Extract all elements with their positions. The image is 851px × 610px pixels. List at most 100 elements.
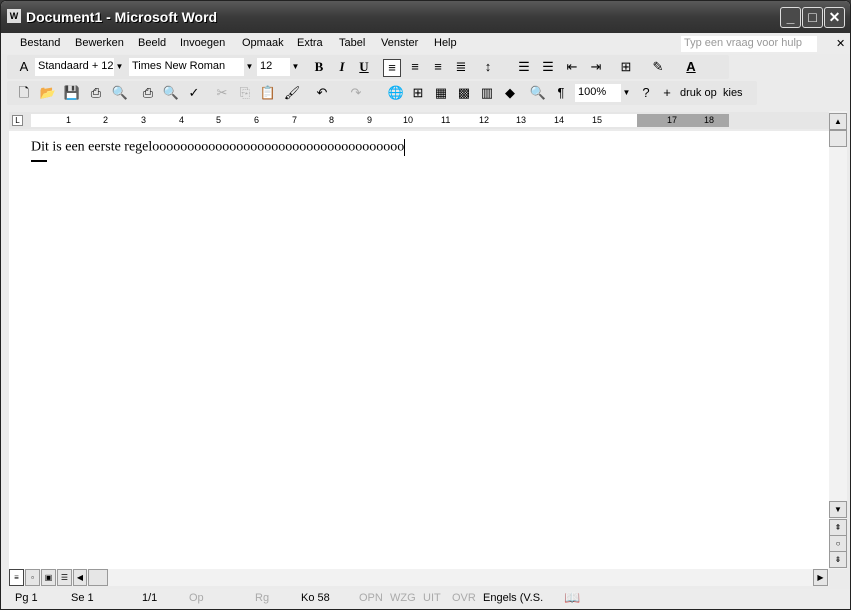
permission-icon[interactable]: ⎙	[87, 85, 105, 101]
spelling-status-icon[interactable]: 📖	[564, 590, 580, 606]
scroll-up-icon[interactable]: ▲	[829, 113, 847, 130]
increase-indent-icon[interactable]: ⇥	[587, 59, 605, 75]
menu-opmaak[interactable]: Opmaak	[242, 37, 284, 49]
pilcrow-icon[interactable]: ¶	[552, 85, 570, 101]
insert-table-icon[interactable]: ▦	[432, 85, 450, 101]
decrease-indent-icon[interactable]: ⇤	[563, 59, 581, 75]
styles-icon[interactable]: A	[15, 59, 33, 75]
status-page: Pg 1	[15, 592, 38, 604]
help-icon[interactable]: ?	[637, 85, 655, 101]
align-center-icon[interactable]: ≡	[406, 59, 424, 75]
horizontal-ruler[interactable]: L 1 2 3 4 5 6 7 8 9 10 11 12 13 14 15 17 18	[9, 112, 829, 129]
menu-bewerken[interactable]: Bewerken	[75, 37, 124, 49]
format-painter-icon[interactable]: 🖌	[283, 85, 301, 101]
menu-tabel[interactable]: Tabel	[339, 37, 365, 49]
paste-icon[interactable]: 📋	[259, 85, 277, 101]
print-layout-icon[interactable]: ▣	[41, 569, 56, 586]
font-color-icon[interactable]: A	[682, 59, 700, 75]
status-at: Op	[189, 592, 204, 604]
status-pages: 1/1	[142, 592, 158, 604]
document-page[interactable]: Dit is een eerste regelooooooooooooooooo…	[9, 131, 829, 569]
plus-label[interactable]: +	[658, 85, 676, 101]
web-layout-icon[interactable]: ▫	[25, 569, 40, 586]
next-page-icon[interactable]: ⇟	[829, 551, 847, 568]
drawing-icon[interactable]: ◆	[501, 85, 519, 101]
spelling-icon[interactable]: ✓	[185, 85, 203, 101]
bold-button[interactable]: B	[310, 59, 328, 75]
tab-selector-icon[interactable]: L	[12, 115, 23, 126]
title-bar: W Document1 - Microsoft Word _ □ ✕	[1, 1, 850, 33]
insert-excel-icon[interactable]: ▩	[455, 85, 473, 101]
cut-icon[interactable]: ✂	[213, 85, 231, 101]
formatting-toolbar: A Standaard + 12 ▼ Times New Roman ▼ 12 ▼ B…	[7, 55, 729, 79]
chevron-down-icon[interactable]: ▼	[621, 84, 632, 102]
underline-button[interactable]: U	[355, 59, 373, 75]
h-scroll-thumb[interactable]	[88, 569, 108, 586]
ruler-label: 14	[554, 115, 565, 125]
ruler-margin	[637, 114, 729, 127]
normal-view-icon[interactable]: ≡	[9, 569, 24, 586]
font-size-value: 12	[260, 60, 273, 72]
chevron-down-icon[interactable]: ▼	[290, 58, 301, 76]
line-spacing-icon[interactable]: ↕	[479, 59, 497, 75]
borders-icon[interactable]: ⊞	[617, 59, 635, 75]
save-icon[interactable]: 💾	[63, 85, 81, 101]
ruler-label: 9	[367, 115, 373, 125]
scroll-left-icon[interactable]: ◀	[73, 569, 87, 586]
zoom-select[interactable]: 100% ▼	[575, 84, 632, 102]
menu-extra[interactable]: Extra	[297, 37, 323, 49]
justify-icon[interactable]: ≣	[452, 59, 470, 75]
print-preview-icon[interactable]: 🔍	[162, 85, 180, 101]
bullet-list-icon[interactable]: ☰	[539, 59, 557, 75]
highlight-icon[interactable]: ✎	[649, 59, 667, 75]
menu-beeld[interactable]: Beeld	[138, 37, 166, 49]
copy-icon[interactable]: ⎘	[236, 85, 254, 101]
scroll-right-icon[interactable]: ▶	[813, 569, 828, 586]
align-left-icon[interactable]: ≡	[383, 59, 401, 77]
previous-page-icon[interactable]: ⇞	[829, 519, 847, 536]
italic-button[interactable]: I	[333, 59, 351, 75]
align-right-icon[interactable]: ≡	[429, 59, 447, 75]
menu-bestand[interactable]: Bestand	[20, 37, 60, 49]
close-button[interactable]: ✕	[824, 7, 845, 28]
tables-borders-icon[interactable]: ⊞	[409, 85, 427, 101]
new-document-icon[interactable]: 🗋	[15, 85, 33, 101]
chevron-down-icon[interactable]: ▼	[114, 58, 125, 76]
status-overtype[interactable]: OVR	[452, 592, 476, 604]
scroll-down-icon[interactable]: ▼	[829, 501, 847, 518]
document-map-icon[interactable]: 🔍	[529, 85, 547, 101]
columns-icon[interactable]: ▥	[478, 85, 496, 101]
vertical-scrollbar[interactable]: ▲ ▼ ⇞ ○ ⇟	[829, 111, 847, 569]
menu-venster[interactable]: Venster	[381, 37, 418, 49]
document-text[interactable]: Dit is een eerste regelooooooooooooooooo…	[31, 139, 406, 156]
chevron-down-icon[interactable]: ▼	[244, 58, 255, 76]
numbered-list-icon[interactable]: ☰	[515, 59, 533, 75]
ruler-label: 8	[329, 115, 335, 125]
status-record[interactable]: OPN	[359, 592, 383, 604]
open-icon[interactable]: 📂	[39, 85, 57, 101]
print-icon[interactable]: ⎙	[139, 85, 157, 101]
status-track-changes[interactable]: WZG	[390, 592, 416, 604]
hyperlink-icon[interactable]: 🌐	[387, 85, 405, 101]
search-icon[interactable]: 🔍	[111, 85, 129, 101]
close-document-icon[interactable]: ✕	[836, 37, 845, 50]
outline-view-icon[interactable]: ☰	[57, 569, 72, 586]
menu-invoegen[interactable]: Invoegen	[180, 37, 225, 49]
minimize-button[interactable]: _	[780, 7, 801, 28]
redo-icon[interactable]: ↷	[347, 85, 365, 101]
horizontal-scrollbar[interactable]: ≡ ▫ ▣ ☰ ◀ ▶	[9, 569, 829, 586]
maximize-button[interactable]: □	[802, 7, 823, 28]
help-search-input[interactable]: Typ een vraag voor hulp	[681, 36, 817, 52]
undo-icon[interactable]: ↶	[313, 85, 331, 101]
style-select[interactable]: Standaard + 12 ▼	[35, 58, 125, 76]
word-icon[interactable]: W	[7, 9, 21, 23]
scroll-thumb[interactable]	[829, 130, 847, 147]
status-extend[interactable]: UIT	[423, 592, 441, 604]
browse-object-icon[interactable]: ○	[829, 535, 847, 552]
menu-help[interactable]: Help	[434, 37, 457, 49]
font-size-select[interactable]: 12 ▼	[257, 58, 301, 76]
window-title: Document1 - Microsoft Word	[26, 9, 218, 25]
status-language: Engels (V.S.	[483, 592, 544, 604]
font-select[interactable]: Times New Roman ▼	[129, 58, 255, 76]
word-window: W Document1 - Microsoft Word _ □ ✕ Besta…	[0, 0, 851, 610]
